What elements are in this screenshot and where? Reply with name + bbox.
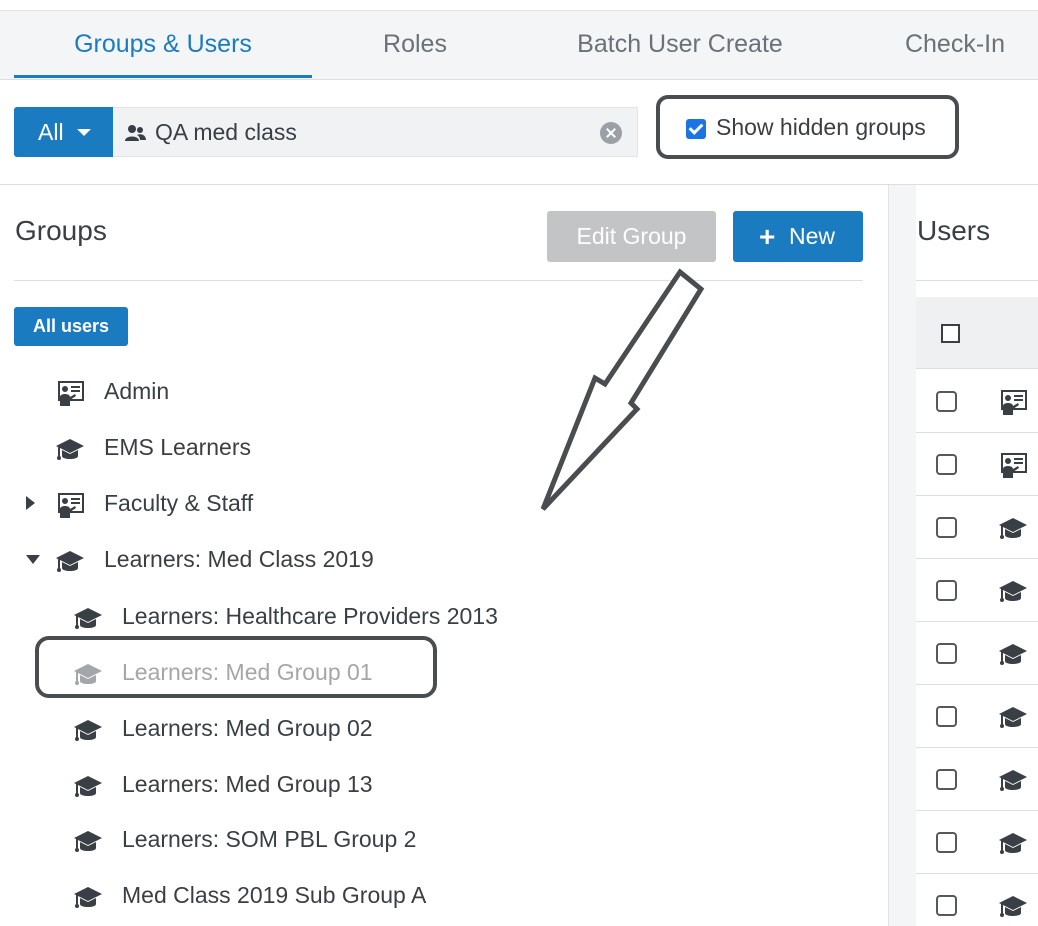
users-panel: Users	[888, 185, 1038, 926]
graduation-cap-icon	[73, 883, 103, 909]
user-row-checkbox[interactable]	[936, 706, 957, 727]
group-tree-item[interactable]: Learners: Med Group 02	[0, 708, 860, 748]
user-row-checkbox[interactable]	[936, 769, 957, 790]
user-row-checkbox[interactable]	[936, 517, 957, 538]
scope-dropdown-label: All	[38, 119, 64, 145]
tab-check-in[interactable]: Check-In	[880, 11, 1030, 79]
graduation-cap-icon	[55, 435, 85, 461]
graduation-cap-icon	[73, 716, 103, 742]
group-tree-item[interactable]: Med Class 2019 Sub Group A	[0, 875, 860, 915]
graduation-cap-icon	[998, 831, 1028, 857]
groups-title: Groups	[15, 215, 107, 246]
all-users-button[interactable]: All users	[14, 307, 128, 346]
users-icon	[125, 125, 146, 141]
group-tree-item-label: Learners: Healthcare Providers 2013	[122, 603, 498, 629]
tab-roles[interactable]: Roles	[340, 11, 490, 79]
group-tree-item[interactable]: Learners: Healthcare Providers 2013	[0, 596, 860, 636]
group-tree-item[interactable]: Admin	[0, 371, 860, 411]
group-tree-item-label: Faculty & Staff	[104, 490, 254, 516]
graduation-cap-icon	[73, 827, 103, 853]
user-row-checkbox[interactable]	[936, 643, 957, 664]
users-divider	[916, 280, 1038, 281]
caret-down-icon[interactable]	[26, 555, 40, 564]
instructor-board-icon	[55, 379, 85, 406]
tab-groups-users[interactable]: Groups & Users	[14, 11, 312, 79]
search-value: QA med class	[155, 119, 297, 145]
group-tree-item[interactable]: Learners: SOM PBL Group 2	[0, 819, 860, 859]
group-search-field[interactable]: QA med class	[113, 107, 638, 157]
user-row-checkbox[interactable]	[936, 454, 957, 475]
instructor-board-icon	[55, 491, 85, 518]
user-row-checkbox[interactable]	[936, 391, 957, 412]
active-tab-indicator	[14, 75, 312, 78]
show-hidden-groups-label[interactable]: Show hidden groups	[716, 99, 926, 155]
group-tree-item-label: Learners: SOM PBL Group 2	[122, 826, 417, 852]
user-row[interactable]	[916, 370, 1038, 433]
graduation-cap-icon	[998, 642, 1028, 668]
graduation-cap-icon	[998, 894, 1028, 920]
graduation-cap-icon	[55, 547, 85, 573]
tab-batch-user-create[interactable]: Batch User Create	[540, 11, 820, 79]
user-row[interactable]	[916, 748, 1038, 811]
group-tree-item-label: Learners: Med Class 2019	[104, 546, 374, 572]
filter-bar: All QA med class Show hidden groups	[0, 80, 1038, 185]
new-group-button[interactable]: + New	[733, 211, 863, 262]
user-row[interactable]	[916, 559, 1038, 622]
instructor-board-icon	[998, 390, 1028, 416]
scope-dropdown-button[interactable]: All	[14, 107, 113, 157]
annotation-arrow	[540, 268, 705, 511]
group-tree-item[interactable]: EMS Learners	[0, 427, 860, 467]
user-row[interactable]	[916, 874, 1038, 926]
caret-down-icon	[77, 129, 91, 136]
plus-icon: +	[759, 221, 776, 252]
group-tree-item[interactable]: Learners: Med Class 2019	[0, 539, 860, 579]
graduation-cap-icon	[998, 516, 1028, 542]
graduation-cap-icon	[998, 579, 1028, 605]
group-tree-item[interactable]: Faculty & Staff	[0, 483, 860, 523]
group-tree-item-label: EMS Learners	[104, 434, 252, 460]
group-tree-item[interactable]: Learners: Med Group 13	[0, 764, 860, 804]
tab-bar: Groups & Users Roles Batch User Create C…	[0, 10, 1038, 80]
user-row-checkbox[interactable]	[936, 895, 957, 916]
user-row[interactable]	[916, 622, 1038, 685]
graduation-cap-icon	[73, 604, 103, 630]
user-row-checkbox[interactable]	[936, 580, 957, 601]
users-table-header	[916, 297, 1038, 369]
edit-group-button[interactable]: Edit Group	[547, 211, 716, 262]
show-hidden-groups-checkbox[interactable]	[686, 119, 706, 139]
group-tree-item-label: Med Class 2019 Sub Group A	[122, 882, 427, 908]
users-title: Users	[917, 215, 991, 246]
show-hidden-groups-highlight: Show hidden groups	[656, 95, 959, 159]
graduation-cap-icon	[998, 705, 1028, 731]
select-all-checkbox[interactable]	[941, 324, 960, 343]
hidden-group-highlight	[35, 636, 437, 698]
groups-users-page: Groups & Users Roles Batch User Create C…	[0, 0, 1038, 926]
user-row[interactable]	[916, 496, 1038, 559]
instructor-board-icon	[998, 453, 1028, 479]
user-row[interactable]	[916, 811, 1038, 874]
user-row[interactable]	[916, 685, 1038, 748]
group-tree-item-label: Learners: Med Group 13	[122, 771, 373, 797]
clear-search-icon[interactable]	[600, 122, 622, 144]
user-row[interactable]	[916, 433, 1038, 496]
new-group-label: New	[789, 223, 836, 249]
groups-divider	[14, 280, 863, 281]
graduation-cap-icon	[73, 772, 103, 798]
graduation-cap-icon	[998, 768, 1028, 794]
caret-right-icon[interactable]	[26, 496, 35, 510]
group-tree-item-label: Learners: Med Group 02	[122, 715, 373, 741]
user-row-checkbox[interactable]	[936, 832, 957, 853]
group-tree-item-label: Admin	[104, 378, 170, 404]
